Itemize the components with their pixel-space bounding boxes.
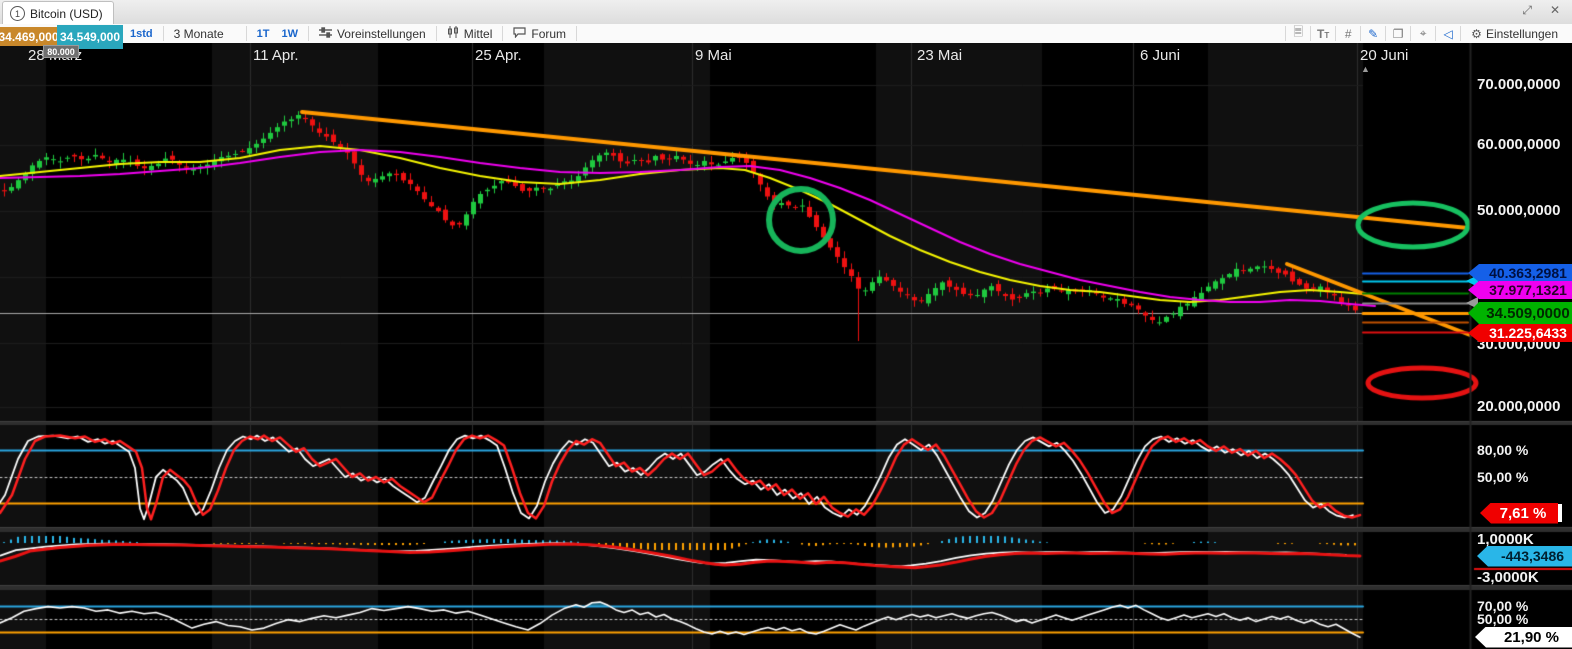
price-axis-badge: 34.509,0000 [1468, 302, 1572, 324]
settings-button[interactable]: ⚙ Einstellungen [1461, 24, 1568, 43]
range-3monate-button[interactable]: 3 Monate [164, 24, 246, 43]
sliders-icon [319, 27, 332, 41]
timeframe-1t-button[interactable]: 1T [247, 24, 280, 43]
chart-toolbar: 1std 3 Monate 1T 1W Voreinstellungen Mit… [0, 24, 1572, 44]
timeframe-1w-button[interactable]: 1W [279, 24, 308, 43]
settings-label: Einstellungen [1486, 27, 1558, 41]
stochastic-level-label: 80,00 % [1477, 442, 1528, 458]
stochastic-level-label: 50,00 % [1477, 469, 1528, 485]
y-axis-price-label: 70.000,0000 [1477, 76, 1560, 93]
y-axis-price-label: 60.000,0000 [1477, 136, 1560, 153]
scroll-end-marker-icon[interactable]: ▲ [1361, 64, 1370, 74]
macd-axis-label: 1,0000K [1477, 531, 1534, 548]
rsi-value-badge: 21,90 % [1475, 627, 1572, 648]
y-axis-price-label: 50.000,0000 [1477, 202, 1560, 219]
price-axis-badge: 37.977,1321 [1468, 281, 1572, 299]
presets-button[interactable]: Voreinstellungen [309, 24, 436, 43]
main-chart-canvas[interactable] [0, 43, 1572, 649]
mittel-button[interactable]: Mittel [437, 24, 503, 43]
candlestick-icon [447, 26, 459, 41]
restore-window-icon[interactable]: ⤢ [1522, 3, 1532, 18]
macd-axis-label: -3,0000K [1477, 569, 1539, 586]
x-axis-date-label: 20 Juni [1360, 47, 1408, 64]
chart-application-window: 1 Bitcoin (USD) ⤢ ✕ 1std 3 Monate 1T 1W … [0, 0, 1572, 649]
timeframe-1std-button[interactable]: 1std [120, 24, 163, 43]
close-window-icon[interactable]: ✕ [1550, 3, 1560, 17]
forum-label: Forum [531, 27, 566, 41]
crosshair-icon[interactable]: ⌖ [1411, 26, 1435, 41]
x-axis-date-label: 9 Mai [695, 47, 732, 64]
tab-title: Bitcoin (USD) [30, 7, 103, 21]
x-axis-date-label: 6 Juni [1140, 47, 1180, 64]
draw-icon[interactable]: ✎ [1361, 27, 1385, 41]
speech-bubble-icon [513, 27, 526, 41]
price-axis-badge: 40.363,2981 [1468, 264, 1572, 282]
x-axis-date-label: 11 Apr. [253, 47, 299, 64]
layers-icon[interactable]: ❐ [1386, 27, 1410, 41]
volume-tag: 80.000 [43, 45, 79, 58]
rsi-level-label: 50,00 % [1477, 611, 1528, 627]
cursor-icon[interactable]: ◁ [1436, 27, 1460, 41]
mittel-label: Mittel [464, 27, 493, 41]
price-axis-badge: 31.225,6433 [1468, 324, 1572, 342]
x-axis-date-label: 25 Apr. [475, 47, 522, 64]
y-axis-price-label: 20.000,0000 [1477, 398, 1560, 415]
forum-button[interactable]: Forum [503, 24, 576, 43]
title-bar: 1 Bitcoin (USD) ⤢ ✕ [0, 0, 1572, 25]
report-icon[interactable]: 🗏 [1286, 23, 1310, 44]
tab-bitcoin-usd[interactable]: 1 Bitcoin (USD) [2, 1, 114, 25]
presets-label: Voreinstellungen [337, 27, 426, 41]
grid-icon[interactable]: # [1336, 27, 1360, 41]
macd-value-badge: -443,3486 [1477, 546, 1572, 567]
gear-icon: ⚙ [1471, 27, 1482, 41]
bid-price-tag[interactable]: 34.469,000 [0, 27, 57, 46]
tab-number-icon: 1 [10, 6, 25, 21]
text-tool-icon[interactable]: TT [1311, 27, 1335, 41]
stochastic-value-badge: 7,61 % [1480, 503, 1558, 524]
x-axis-date-label: 23 Mai [917, 47, 962, 64]
